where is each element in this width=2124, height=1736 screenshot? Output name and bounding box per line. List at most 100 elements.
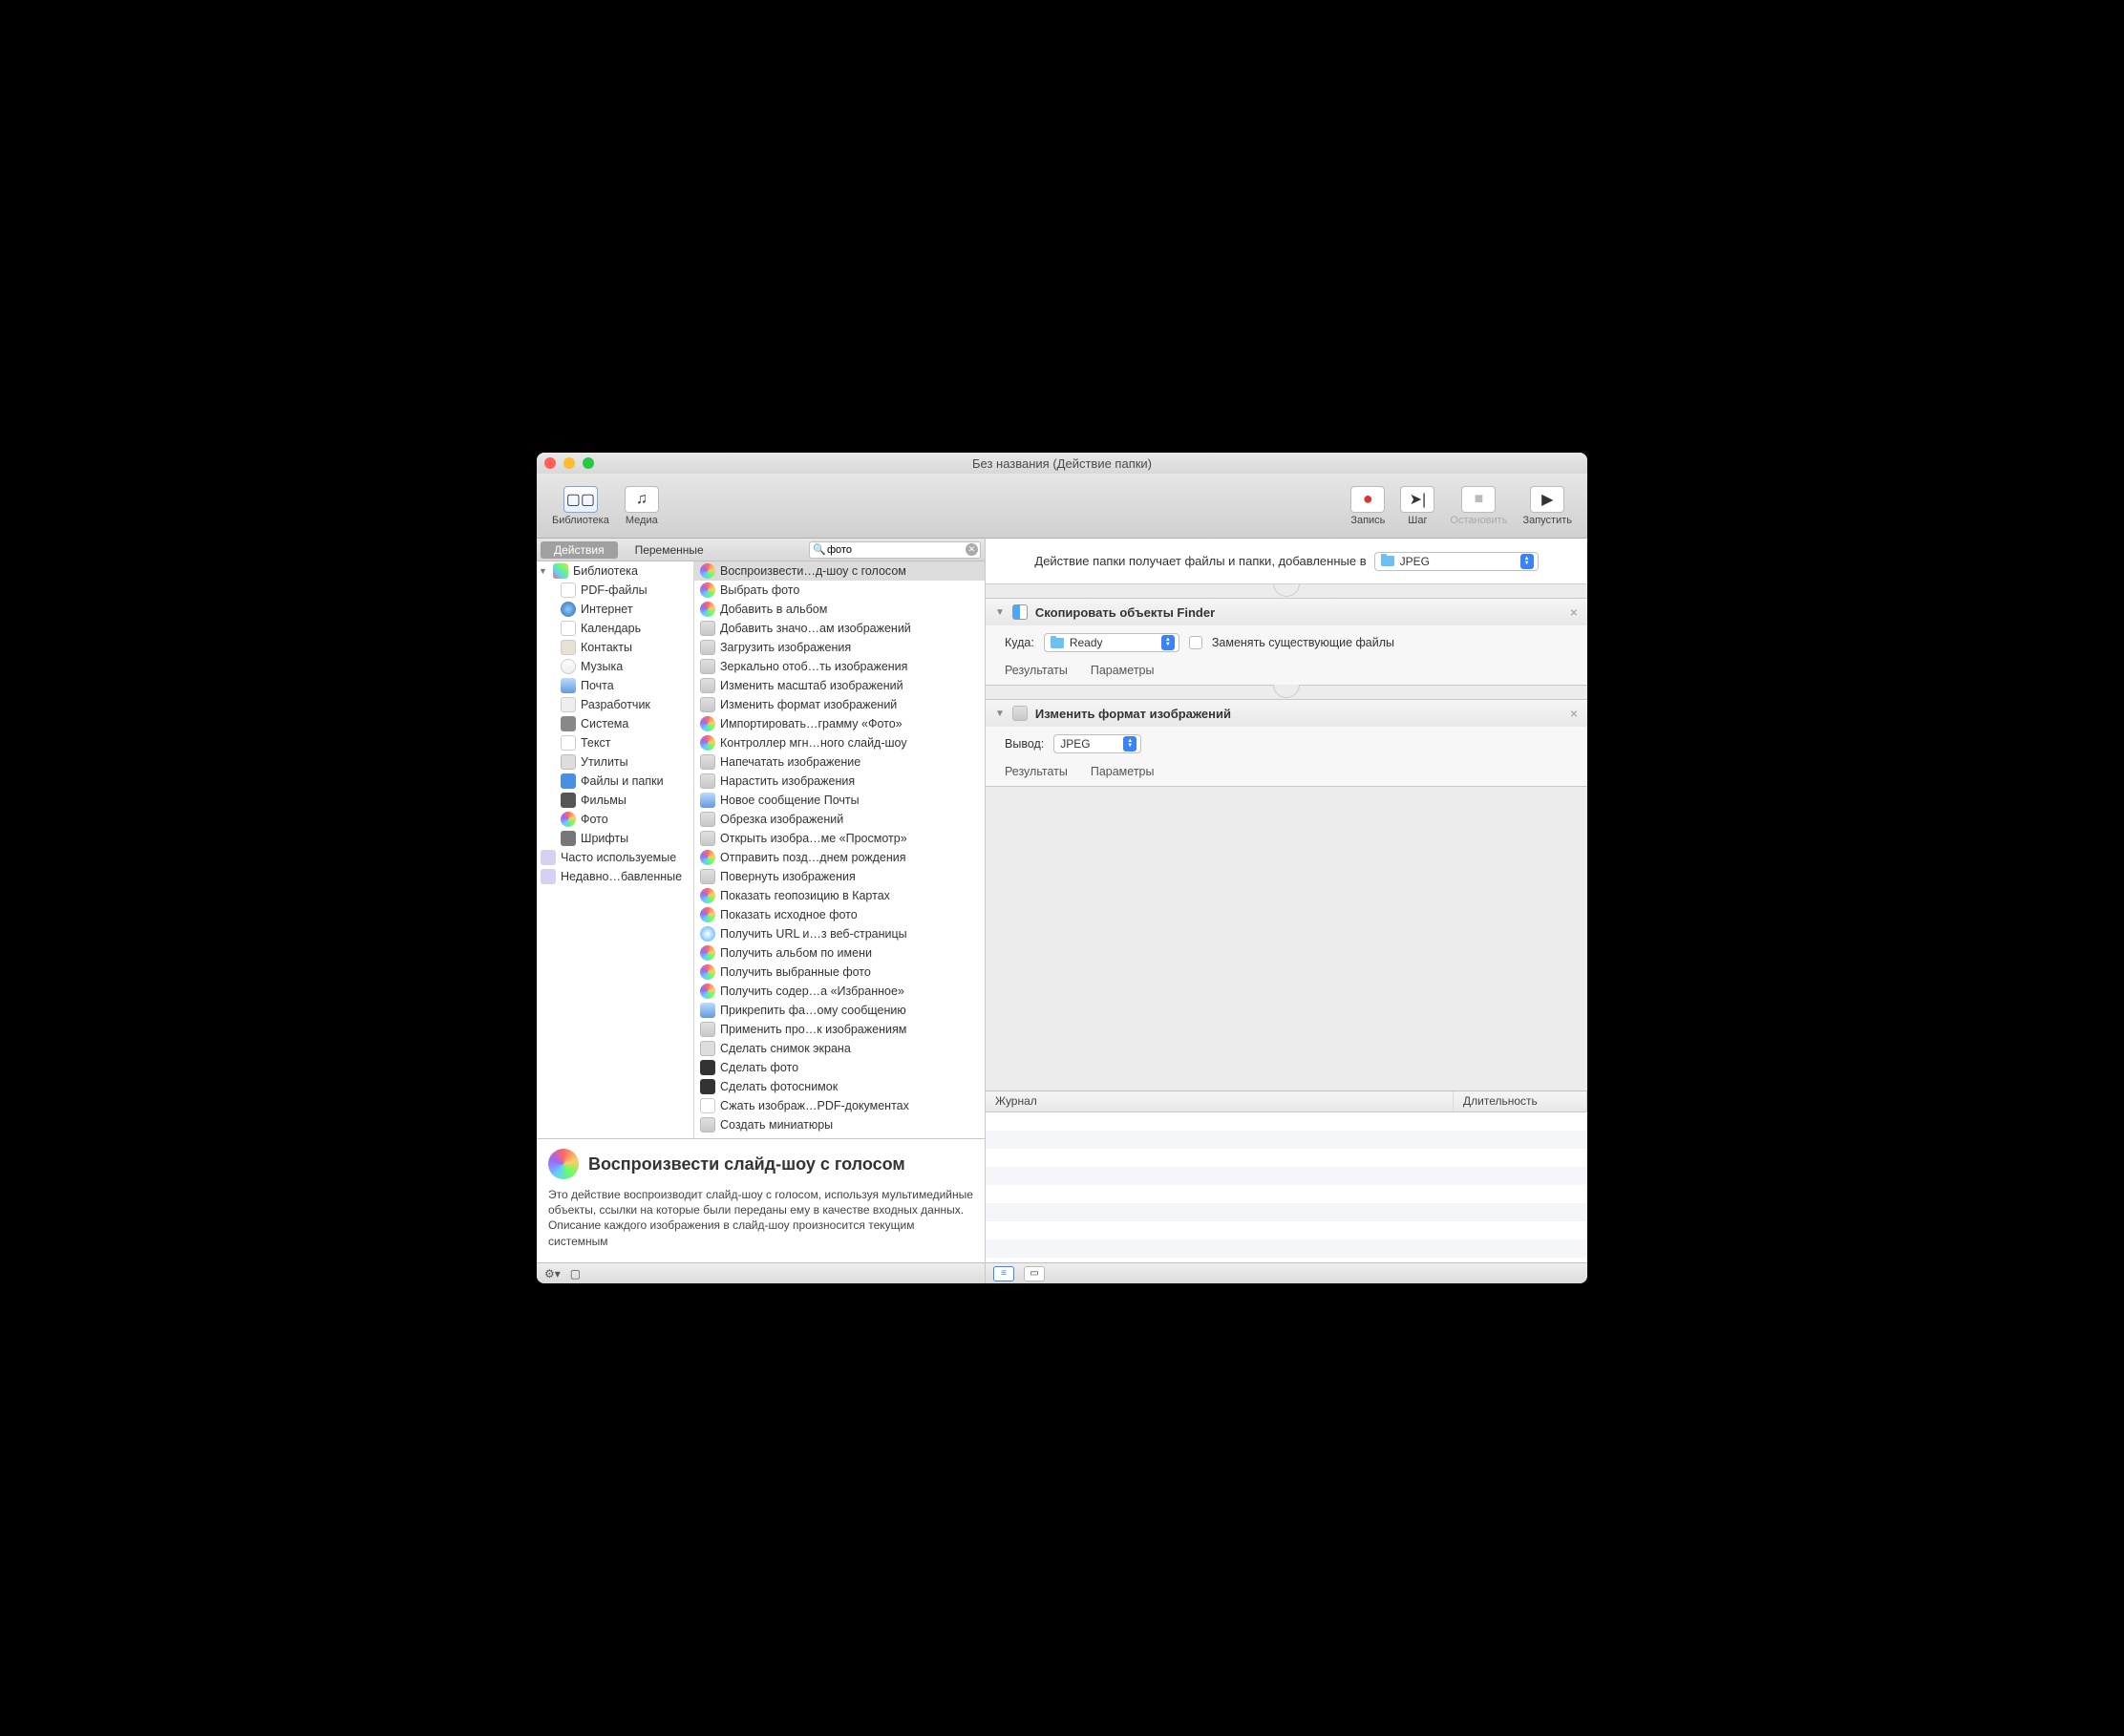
action-item[interactable]: Прикрепить фа…ому сообщению — [694, 1001, 985, 1020]
search-input[interactable] — [809, 541, 981, 559]
log-column-journal[interactable]: Журнал — [986, 1091, 1454, 1111]
run-button[interactable]: ▶ Запустить — [1517, 484, 1578, 528]
output-format-select[interactable]: JPEG ▲▼ — [1053, 734, 1141, 753]
workflow-view-button[interactable]: ≡ — [993, 1266, 1014, 1281]
log-body — [986, 1112, 1587, 1262]
close-window-button[interactable] — [544, 457, 556, 469]
workflow-action[interactable]: ▼ Изменить формат изображений × Вывод: J… — [986, 699, 1587, 787]
action-item[interactable]: Получить URL и…з веб-страницы — [694, 924, 985, 943]
mail-icon — [700, 1003, 715, 1018]
step-button[interactable]: ➤| Шаг — [1394, 484, 1440, 528]
zoom-window-button[interactable] — [583, 457, 594, 469]
action-item[interactable]: Изменить масштаб изображений — [694, 676, 985, 695]
category-item[interactable]: Часто используемые — [537, 848, 693, 867]
media-button[interactable]: ♫ Медиа — [619, 484, 665, 528]
remove-action-button[interactable]: × — [1570, 604, 1578, 620]
input-folder-select[interactable]: JPEG ▲▼ — [1374, 552, 1539, 571]
results-button[interactable]: Результаты — [1005, 664, 1068, 677]
photo-icon — [700, 563, 715, 579]
stop-button[interactable]: ■ Остановить — [1444, 484, 1513, 528]
destination-select[interactable]: Ready ▲▼ — [1044, 633, 1179, 652]
action-item[interactable]: Получить выбранные фото — [694, 963, 985, 982]
remove-action-button[interactable]: × — [1570, 706, 1578, 721]
minimize-window-button[interactable] — [563, 457, 575, 469]
action-item[interactable]: Сделать фото — [694, 1058, 985, 1077]
finder-icon — [1012, 604, 1028, 620]
category-item[interactable]: Недавно…бавленные — [537, 867, 693, 886]
category-item[interactable]: Система — [537, 714, 693, 733]
action-item[interactable]: Выбрать фото — [694, 581, 985, 600]
category-item[interactable]: Фото — [537, 810, 693, 829]
record-button[interactable]: ● Запись — [1345, 484, 1391, 528]
tab-variables[interactable]: Переменные — [622, 541, 717, 559]
category-item[interactable]: Почта — [537, 676, 693, 695]
toggle-description-button[interactable]: ▢ — [570, 1267, 581, 1281]
folder-icon — [1051, 638, 1064, 648]
category-item[interactable]: Контакты — [537, 638, 693, 657]
photo-icon — [700, 582, 715, 598]
workflow-canvas[interactable]: ▼ Скопировать объекты Finder × Куда: Rea… — [986, 584, 1587, 1090]
lib-icon — [553, 563, 568, 579]
workflow-action[interactable]: ▼ Скопировать объекты Finder × Куда: Rea… — [986, 598, 1587, 686]
category-list[interactable]: ▼БиблиотекаPDF-файлыИнтернетКалендарьКон… — [537, 561, 694, 1138]
description-text: Это действие воспроизводит слайд-шоу с г… — [548, 1187, 973, 1249]
action-item[interactable]: Получить содер…а «Избранное» — [694, 982, 985, 1001]
action-item[interactable]: Зеркально отоб…ть изображения — [694, 657, 985, 676]
cam-icon — [700, 1079, 715, 1094]
action-item[interactable]: Применить про…к изображениям — [694, 1020, 985, 1039]
action-item[interactable]: Напечатать изображение — [694, 752, 985, 772]
action-item[interactable]: Добавить в альбом — [694, 600, 985, 619]
category-item[interactable]: Утилиты — [537, 752, 693, 772]
action-item[interactable]: Добавить значо…ам изображений — [694, 619, 985, 638]
sys-icon — [561, 716, 576, 731]
tab-actions[interactable]: Действия — [541, 541, 618, 559]
action-item[interactable]: Изменить формат изображений — [694, 695, 985, 714]
params-button[interactable]: Параметры — [1091, 664, 1155, 677]
disclosure-triangle[interactable]: ▼ — [995, 709, 1005, 719]
left-pane: Действия Переменные 🔍 ✕ ▼БиблиотекаPDF-ф… — [537, 539, 986, 1283]
category-item[interactable]: Фильмы — [537, 791, 693, 810]
category-item[interactable]: ▼Библиотека — [537, 561, 693, 581]
log-pane: Журнал Длительность — [986, 1090, 1587, 1262]
category-item[interactable]: Шрифты — [537, 829, 693, 848]
category-item[interactable]: Файлы и папки — [537, 772, 693, 791]
action-list[interactable]: Воспроизвести…д-шоу с голосомВыбрать фот… — [694, 561, 985, 1138]
img-icon — [700, 697, 715, 712]
category-item[interactable]: Текст — [537, 733, 693, 752]
action-item[interactable]: Контроллер мгн…ного слайд-шоу — [694, 733, 985, 752]
action-item[interactable]: Получить альбом по имени — [694, 943, 985, 963]
action-item[interactable]: Загрузить изображения — [694, 638, 985, 657]
search-clear-button[interactable]: ✕ — [966, 543, 978, 556]
action-item[interactable]: Импортировать…грамму «Фото» — [694, 714, 985, 733]
results-button[interactable]: Результаты — [1005, 765, 1068, 778]
disclosure-triangle[interactable]: ▼ — [995, 607, 1005, 618]
replace-checkbox[interactable] — [1189, 636, 1202, 649]
action-item[interactable]: Показать геопозицию в Картах — [694, 886, 985, 905]
category-item[interactable]: Календарь — [537, 619, 693, 638]
action-item[interactable]: Новое сообщение Почты — [694, 791, 985, 810]
search-field[interactable]: 🔍 ✕ — [809, 541, 981, 559]
action-item[interactable]: Открыть изобра…ме «Просмотр» — [694, 829, 985, 848]
category-item[interactable]: Интернет — [537, 600, 693, 619]
img-icon — [700, 754, 715, 770]
action-item[interactable]: Воспроизвести…д-шоу с голосом — [694, 561, 985, 581]
action-item[interactable]: Сделать фотоснимок — [694, 1077, 985, 1096]
action-item[interactable]: Отправить позд…днем рождения — [694, 848, 985, 867]
log-view-button[interactable]: ▭ — [1024, 1266, 1045, 1281]
pdf-icon — [700, 1098, 715, 1113]
action-item[interactable]: Нарастить изображения — [694, 772, 985, 791]
gear-menu-button[interactable]: ⚙︎▾ — [544, 1267, 561, 1281]
action-item[interactable]: Повернуть изображения — [694, 867, 985, 886]
action-item[interactable]: Показать исходное фото — [694, 905, 985, 924]
category-item[interactable]: Разработчик — [537, 695, 693, 714]
category-item[interactable]: Музыка — [537, 657, 693, 676]
fav-icon — [541, 869, 556, 884]
category-item[interactable]: PDF-файлы — [537, 581, 693, 600]
log-column-duration[interactable]: Длительность — [1454, 1091, 1587, 1111]
action-item[interactable]: Обрезка изображений — [694, 810, 985, 829]
action-item[interactable]: Создать миниатюры — [694, 1115, 985, 1134]
action-item[interactable]: Сжать изображ…PDF-документах — [694, 1096, 985, 1115]
params-button[interactable]: Параметры — [1091, 765, 1155, 778]
action-item[interactable]: Сделать снимок экрана — [694, 1039, 985, 1058]
library-button[interactable]: ▢▢ Библиотека — [546, 484, 615, 528]
